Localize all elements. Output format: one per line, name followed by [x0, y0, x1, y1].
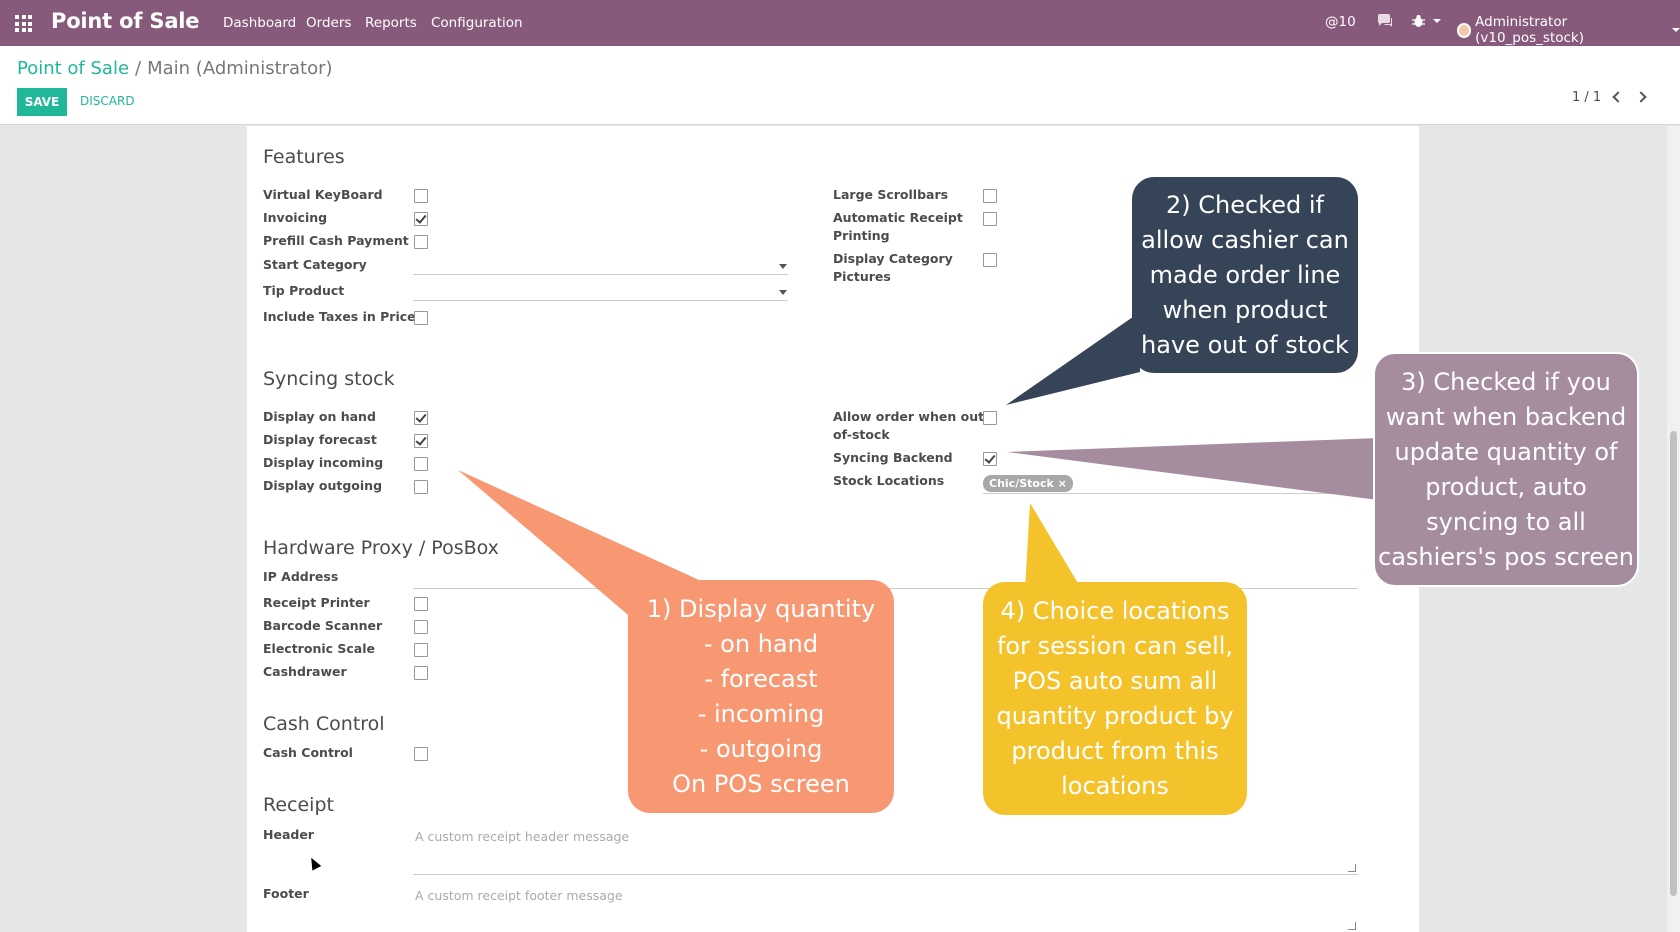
- allow-order-out-of-stock-label: Allow order when out- of-stock: [833, 409, 990, 442]
- invoicing-label: Invoicing: [263, 210, 328, 225]
- chevron-down-icon: [1672, 28, 1680, 32]
- breadcrumb-current: Main (Administrator): [147, 58, 333, 79]
- electronic-scale-checkbox[interactable]: [414, 643, 428, 657]
- section-features-title: Features: [263, 146, 345, 168]
- discard-button[interactable]: DISCARD: [80, 94, 135, 108]
- section-receipt-title: Receipt: [263, 794, 334, 816]
- include-taxes-label: Include Taxes in Prices: [263, 309, 424, 324]
- stock-locations-label: Stock Locations: [833, 473, 945, 488]
- start-category-label: Start Category: [263, 257, 367, 272]
- user-name: Administrator (v10_pos_stock): [1475, 14, 1585, 46]
- start-category-select[interactable]: [413, 274, 788, 275]
- section-cash-control-title: Cash Control: [263, 713, 385, 735]
- receipt-footer-label: Footer: [263, 886, 309, 901]
- cash-control-checkbox[interactable]: [414, 747, 428, 761]
- menu-reports[interactable]: Reports: [365, 15, 417, 31]
- virtual-keyboard-label: Virtual KeyBoard: [263, 187, 383, 202]
- receipt-printer-label: Receipt Printer: [263, 595, 370, 610]
- chevron-right-icon: [1635, 91, 1647, 103]
- pager-value: 1 / 1: [1572, 90, 1602, 105]
- receipt-header-underline: [413, 874, 1358, 875]
- display-on-hand-checkbox[interactable]: [414, 411, 428, 425]
- section-hardware-title: Hardware Proxy / PosBox: [263, 537, 499, 559]
- user-menu[interactable]: Administrator (v10_pos_stock): [1457, 14, 1680, 46]
- menu-configuration[interactable]: Configuration: [431, 15, 523, 31]
- chat-icon[interactable]: [1377, 14, 1393, 28]
- save-button[interactable]: SAVE: [17, 88, 67, 116]
- chevron-down-icon[interactable]: [779, 290, 787, 295]
- breadcrumb-separator: /: [135, 58, 142, 79]
- large-scrollbars-checkbox[interactable]: [983, 189, 997, 203]
- chevron-down-icon: [1433, 19, 1441, 23]
- pager-next-button[interactable]: [1635, 90, 1649, 104]
- debug-menu[interactable]: [1412, 14, 1441, 28]
- syncing-backend-label: Syncing Backend: [833, 450, 953, 465]
- chevron-down-icon[interactable]: [779, 264, 787, 269]
- callout-3-text: 3) Checked if you want when backend upda…: [1378, 367, 1634, 571]
- menu-dashboard[interactable]: Dashboard: [223, 15, 296, 31]
- control-panel: Point of Sale / Main (Administrator) SAVE …: [0, 46, 1680, 125]
- callout-2-text: 2) Checked if allow cashier can made ord…: [1141, 190, 1349, 359]
- resize-handle-icon[interactable]: [1348, 864, 1356, 872]
- avatar: [1457, 22, 1472, 38]
- callout-syncing-backend: 3) Checked if you want when backend upda…: [1373, 352, 1639, 587]
- stock-locations-input[interactable]: [983, 493, 1358, 494]
- callout-display-quantity: 1) Display quantity - on hand - forecast…: [628, 580, 894, 813]
- allow-order-out-of-stock-checkbox[interactable]: [983, 411, 997, 425]
- include-taxes-checkbox[interactable]: [414, 311, 428, 325]
- display-forecast-label: Display forecast: [263, 432, 377, 447]
- cashdrawer-label: Cashdrawer: [263, 664, 347, 679]
- syncing-backend-checkbox[interactable]: [983, 452, 997, 466]
- display-category-pictures-checkbox[interactable]: [983, 253, 997, 267]
- invoicing-checkbox[interactable]: [414, 212, 428, 226]
- menu-orders[interactable]: Orders: [306, 15, 351, 31]
- section-syncing-title: Syncing stock: [263, 368, 395, 390]
- mentions-count: @10: [1325, 14, 1356, 30]
- virtual-keyboard-checkbox[interactable]: [414, 189, 428, 203]
- electronic-scale-label: Electronic Scale: [263, 641, 375, 656]
- callout-allow-order: 2) Checked if allow cashier can made ord…: [1132, 177, 1358, 373]
- cashdrawer-checkbox[interactable]: [414, 666, 428, 680]
- prefill-cash-payment-label: Prefill Cash Payment: [263, 233, 409, 248]
- pager-previous-button[interactable]: [1612, 90, 1626, 104]
- apps-menu-icon[interactable]: [15, 15, 32, 32]
- scrollbar-thumb[interactable]: [1670, 431, 1677, 896]
- app-brand[interactable]: Point of Sale: [51, 9, 200, 33]
- callout-4-text: 4) Choice locations for session can sell…: [996, 596, 1234, 800]
- display-forecast-checkbox[interactable]: [414, 434, 428, 448]
- display-outgoing-label: Display outgoing: [263, 478, 383, 493]
- receipt-header-input[interactable]: A custom receipt header message: [415, 829, 629, 844]
- receipt-printer-checkbox[interactable]: [414, 597, 428, 611]
- display-incoming-checkbox[interactable]: [414, 457, 428, 471]
- breadcrumb: Point of Sale / Main (Administrator): [17, 58, 333, 79]
- resize-handle-icon[interactable]: [1348, 922, 1356, 930]
- stock-location-tag[interactable]: Chic/Stock ×: [983, 475, 1073, 492]
- automatic-receipt-printing-label: Automatic Receipt Printing: [833, 210, 963, 243]
- receipt-header-label: Header: [263, 827, 314, 842]
- callout-1-text: 1) Display quantity - on hand - forecast…: [646, 594, 876, 798]
- display-category-pictures-label: Display Category Pictures: [833, 251, 953, 284]
- barcode-scanner-label: Barcode Scanner: [263, 618, 383, 633]
- mentions-indicator[interactable]: @10: [1325, 14, 1356, 30]
- chevron-left-icon: [1612, 91, 1624, 103]
- bug-icon: [1412, 15, 1425, 27]
- display-incoming-label: Display incoming: [263, 455, 384, 470]
- tip-product-label: Tip Product: [263, 283, 345, 298]
- display-on-hand-label: Display on hand: [263, 409, 376, 424]
- tip-product-select[interactable]: [413, 300, 788, 301]
- breadcrumb-root[interactable]: Point of Sale: [17, 58, 129, 79]
- prefill-cash-payment-checkbox[interactable]: [414, 235, 428, 249]
- automatic-receipt-printing-checkbox[interactable]: [983, 212, 997, 226]
- ip-address-label: IP Address: [263, 569, 339, 584]
- display-outgoing-checkbox[interactable]: [414, 480, 428, 494]
- callout-stock-locations: 4) Choice locations for session can sell…: [983, 582, 1247, 815]
- barcode-scanner-checkbox[interactable]: [414, 620, 428, 634]
- cash-control-label: Cash Control: [263, 745, 353, 760]
- large-scrollbars-label: Large Scrollbars: [833, 187, 949, 202]
- scrollbar[interactable]: [1667, 126, 1680, 932]
- top-navbar: Point of Sale Dashboard Orders Reports C…: [0, 0, 1680, 46]
- receipt-footer-input[interactable]: A custom receipt footer message: [415, 888, 623, 903]
